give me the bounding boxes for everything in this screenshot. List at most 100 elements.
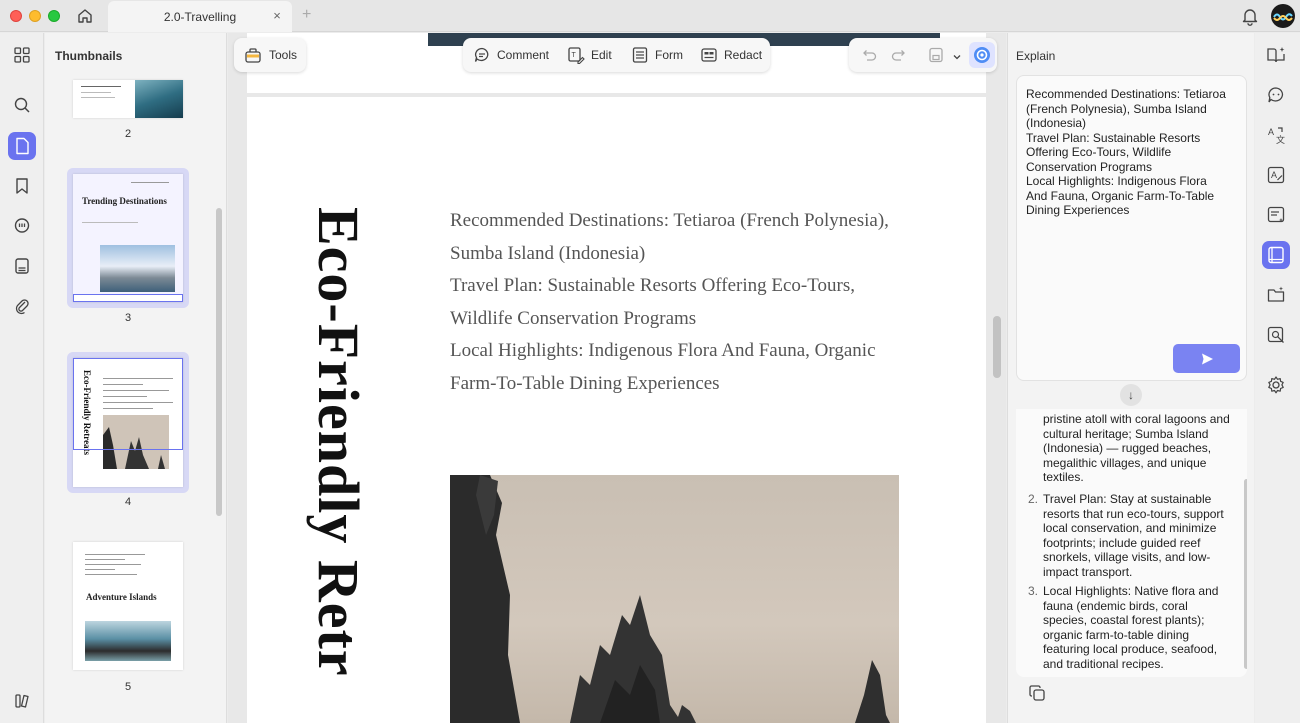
page-line: Farm-To-Table Dining Experiences — [450, 372, 720, 394]
bell-icon[interactable] — [1240, 6, 1260, 26]
tab-close-icon[interactable]: × — [270, 9, 284, 23]
comment-bubble-icon — [474, 47, 489, 62]
form-icon[interactable] — [8, 252, 36, 280]
zoom-window-button[interactable] — [48, 10, 60, 22]
title-bar: 2.0-Travelling × + — [0, 0, 1300, 32]
redact-label: Redact — [724, 48, 763, 62]
scroll-down-button[interactable]: ↓ — [1120, 384, 1142, 406]
grammar-icon[interactable]: A — [1262, 161, 1290, 189]
page-icon[interactable] — [8, 132, 36, 160]
right-toolbar — [849, 38, 997, 72]
explain-title: Explain — [1016, 49, 1056, 63]
svg-text:文: 文 — [1276, 134, 1285, 145]
explain-panel: Explain Recommended Destinations: Tetiar… — [1007, 33, 1254, 723]
input-line: Recommended Destinations: Tetiaroa — [1026, 87, 1226, 101]
thumbnail-page-number: 2 — [124, 128, 132, 140]
redact-icon — [701, 48, 717, 62]
close-window-button[interactable] — [10, 10, 22, 22]
page-line: Sumba Island (Indonesia) — [450, 242, 646, 264]
explain-input-text: Recommended Destinations: Tetiaroa (Fren… — [1026, 87, 1236, 218]
edit-button[interactable]: T Edit — [567, 38, 612, 72]
folder-ai-icon[interactable] — [1262, 281, 1290, 309]
scan-icon[interactable] — [1262, 321, 1290, 349]
thumbnail-page-number: 3 — [124, 312, 132, 324]
page-line: Recommended Destinations: Tetiaroa (Fren… — [450, 210, 889, 231]
page-line: Local Highlights: Indigenous Flora And F… — [450, 340, 876, 361]
page-line: Travel Plan: Sustainable Resorts Offerin… — [450, 275, 856, 296]
layers-icon[interactable] — [8, 687, 36, 715]
input-line: Dining Experiences — [1026, 203, 1130, 217]
send-button[interactable] — [1173, 344, 1240, 373]
copy-icon[interactable] — [1028, 684, 1046, 702]
send-icon — [1201, 353, 1213, 364]
form-button[interactable]: Form — [631, 38, 683, 72]
answer-list: 2. Travel Plan: Stay at sustainable reso… — [1028, 492, 1233, 676]
right-rail: A文 A — [1255, 33, 1300, 723]
thumbnails-scrollbar[interactable] — [216, 208, 222, 516]
thumbnail-heading: Trending Destinations — [82, 196, 167, 206]
edit-label: Edit — [591, 48, 612, 62]
svg-text:A: A — [1271, 170, 1277, 180]
vertical-title: Eco-Friendly Retr — [304, 207, 376, 723]
avatar[interactable] — [1271, 4, 1295, 28]
input-line: (French Polynesia), Sumba Island — [1026, 101, 1207, 116]
explain-icon[interactable] — [1262, 241, 1290, 269]
thumbnail-page-4[interactable]: Eco-Friendly Retreats — [73, 358, 183, 487]
answer-item-number: 3. — [1028, 584, 1039, 598]
explain-input[interactable]: Recommended Destinations: Tetiaroa (Fren… — [1016, 75, 1247, 381]
answer-item: 2. Travel Plan: Stay at sustainable reso… — [1028, 492, 1233, 579]
document-scrollbar[interactable] — [993, 316, 1001, 378]
bookmark-icon[interactable] — [8, 172, 36, 200]
thumbnail-page-number: 5 — [124, 681, 132, 693]
home-icon[interactable] — [74, 5, 96, 27]
document-page: Eco-Friendly Retr Recommended Destinatio… — [247, 97, 986, 723]
answer-item: 3. Local Highlights: Native flora and fa… — [1028, 584, 1233, 671]
redact-button[interactable]: Redact — [700, 38, 762, 72]
thumbnails-title: Thumbnails — [55, 49, 123, 63]
edit-text-icon: T — [568, 47, 585, 64]
main-toolbar: Comment T Edit Form Redact — [463, 38, 770, 72]
toolbox-icon — [245, 48, 261, 63]
input-line: Offering Eco-Tours, Wildlife — [1026, 145, 1172, 159]
save-icon[interactable] — [927, 46, 945, 64]
form-list-icon — [632, 47, 648, 63]
input-line: And Fauna, Organic Farm-To-Table — [1026, 188, 1215, 203]
chevron-down-icon[interactable] — [952, 49, 962, 60]
translate-icon[interactable]: A文 — [1262, 121, 1290, 149]
rock-formation-image — [450, 475, 899, 723]
thumbnail-page-2[interactable] — [73, 80, 183, 118]
answer-scrollbar[interactable] — [1244, 479, 1247, 669]
minimize-window-button[interactable] — [29, 10, 41, 22]
redo-icon[interactable] — [891, 46, 909, 64]
input-line: Travel Plan: Sustainable Resorts — [1026, 130, 1201, 145]
tools-label: Tools — [269, 48, 298, 62]
comment-icon[interactable] — [8, 212, 36, 240]
tab-document[interactable]: 2.0-Travelling × — [108, 1, 292, 32]
input-line: (Indonesia) — [1026, 116, 1087, 130]
attachment-icon[interactable] — [8, 292, 36, 320]
thumbnail-heading: Adventure Islands — [86, 592, 157, 602]
settings-icon[interactable] — [1262, 371, 1290, 399]
chat-ai-icon[interactable] — [1262, 81, 1290, 109]
tools-button[interactable]: Tools — [234, 38, 306, 72]
book-ai-icon[interactable] — [1262, 41, 1290, 69]
comment-button[interactable]: Comment — [473, 38, 549, 72]
thumbnail-page-3[interactable]: Trending Destinations — [73, 174, 183, 302]
thumbnails-panel: Thumbnails 2 Trending Destinations 3 Eco… — [45, 33, 227, 723]
answer-item-text: Local Highlights: Native flora and fauna… — [1043, 584, 1219, 671]
comment-label: Comment — [497, 48, 550, 62]
summarize-icon[interactable] — [1262, 201, 1290, 229]
new-tab-icon[interactable]: + — [302, 6, 311, 24]
search-icon[interactable] — [8, 91, 36, 119]
ai-assistant-icon[interactable] — [969, 42, 995, 68]
thumbnail-page-number: 4 — [124, 496, 132, 508]
svg-text:T: T — [572, 52, 577, 59]
undo-icon[interactable] — [859, 46, 877, 64]
answer-item-text: Travel Plan: Stay at sustainable resorts… — [1043, 492, 1224, 579]
answer-fragment: pristine atoll with coral lagoons and cu… — [1043, 412, 1230, 484]
grid-icon[interactable] — [8, 41, 36, 69]
form-label: Form — [655, 48, 683, 62]
page-line: Wildlife Conservation Programs — [450, 307, 697, 329]
thumbnail-page-5[interactable]: Adventure Islands — [73, 542, 183, 670]
svg-text:A: A — [1268, 127, 1274, 137]
